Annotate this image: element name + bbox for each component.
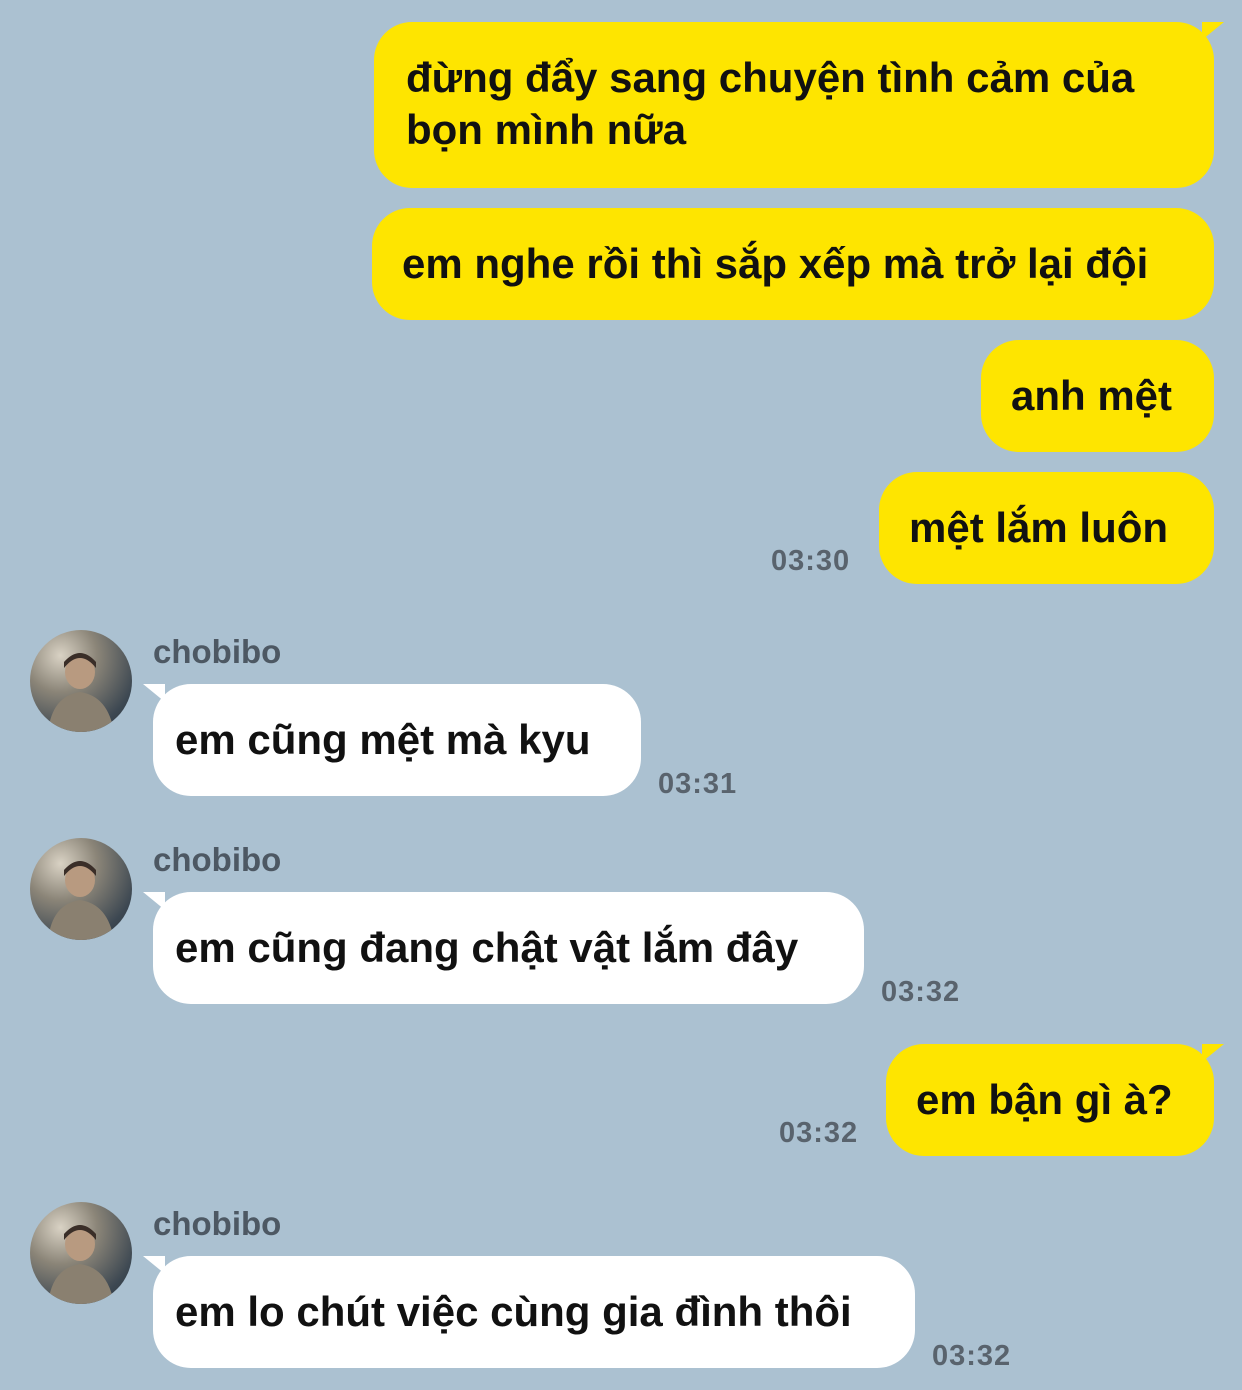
- message-timestamp: 03:31: [658, 768, 738, 800]
- message-timestamp: 03:30: [771, 545, 851, 577]
- message-text: em cũng đang chật vật lắm đây: [175, 924, 799, 971]
- profile-photo-avatar[interactable]: [30, 1202, 132, 1304]
- profile-photo-avatar[interactable]: [30, 838, 132, 940]
- message-timestamp: 03:32: [932, 1340, 1012, 1372]
- message-text: anh mệt: [1011, 372, 1173, 419]
- sent-message-bubble[interactable]: em bận gì à?: [886, 1044, 1224, 1156]
- bubble-tail: [143, 892, 165, 910]
- bubble-tail: [1202, 22, 1224, 40]
- sender-name: chobibo: [153, 841, 282, 878]
- profile-photo-avatar[interactable]: [30, 630, 132, 732]
- sender-name: chobibo: [153, 1205, 282, 1242]
- bubble-tail: [143, 1256, 165, 1274]
- chat-thread: đừng đẩy sang chuyện tình cảm của bọn mì…: [0, 0, 1242, 1390]
- message-text: em cũng mệt mà kyu: [175, 716, 591, 763]
- sender-name: chobibo: [153, 633, 282, 670]
- message-text: em lo chút việc cùng gia đình thôi: [175, 1288, 852, 1335]
- message-text: em nghe rồi thì sắp xếp mà trở lại đội: [402, 240, 1149, 287]
- received-message-bubble[interactable]: em cũng đang chật vật lắm đây: [143, 892, 864, 1004]
- message-text-line: đừng đẩy sang chuyện tình cảm của: [406, 54, 1135, 101]
- message-timestamp: 03:32: [779, 1117, 859, 1149]
- sent-message-bubble[interactable]: đừng đẩy sang chuyện tình cảm của bọn mì…: [374, 22, 1224, 188]
- bubble-tail: [143, 684, 165, 702]
- message-text: em bận gì à?: [916, 1076, 1173, 1123]
- person-silhouette-icon: [48, 1225, 114, 1304]
- sent-message-bubble[interactable]: anh mệt: [981, 340, 1214, 452]
- person-silhouette-icon: [48, 861, 114, 940]
- message-text: mệt lắm luôn: [909, 504, 1169, 551]
- person-silhouette-icon: [48, 653, 114, 732]
- received-message-bubble[interactable]: em cũng mệt mà kyu: [143, 684, 641, 796]
- message-text-line: bọn mình nữa: [406, 106, 687, 153]
- received-message-bubble[interactable]: em lo chút việc cùng gia đình thôi: [143, 1256, 915, 1368]
- bubble-tail: [1202, 1044, 1224, 1062]
- message-timestamp: 03:32: [881, 976, 961, 1008]
- sent-message-bubble[interactable]: em nghe rồi thì sắp xếp mà trở lại đội: [372, 208, 1214, 320]
- sent-message-bubble[interactable]: mệt lắm luôn: [879, 472, 1214, 584]
